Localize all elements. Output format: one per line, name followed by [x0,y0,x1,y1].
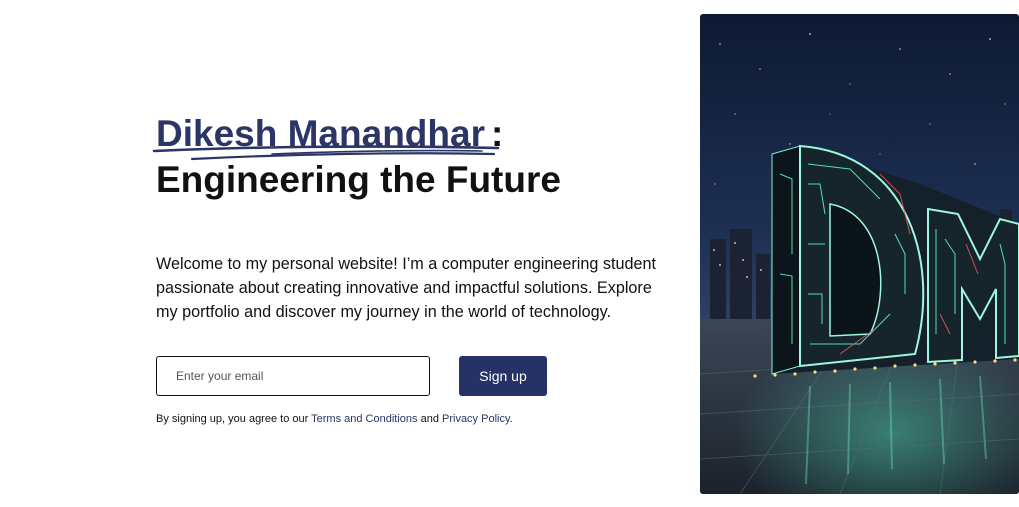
terms-and: and [420,413,439,425]
sign-up-button[interactable]: Sign up [459,356,547,396]
hero-heading: Dikesh Manandhar : Engineering the Futur… [152,112,676,205]
terms-notice: By signing up, you agree to our Terms an… [156,413,513,425]
terms-link[interactable]: Terms and Conditions [311,413,417,425]
author-name: Dikesh Manandhar [152,112,500,161]
hero-image [700,14,1019,494]
terms-period: . [509,413,513,425]
scribble-underline [152,145,500,161]
dm-sign-illustration [700,14,1019,494]
terms-prefix: By signing up, you agree to our [156,413,309,425]
heading-line-1: Dikesh Manandhar : [152,112,676,161]
email-input[interactable] [156,356,430,396]
privacy-link[interactable]: Privacy Policy [442,413,510,425]
intro-paragraph: Welcome to my personal website! I’m a co… [156,255,656,321]
